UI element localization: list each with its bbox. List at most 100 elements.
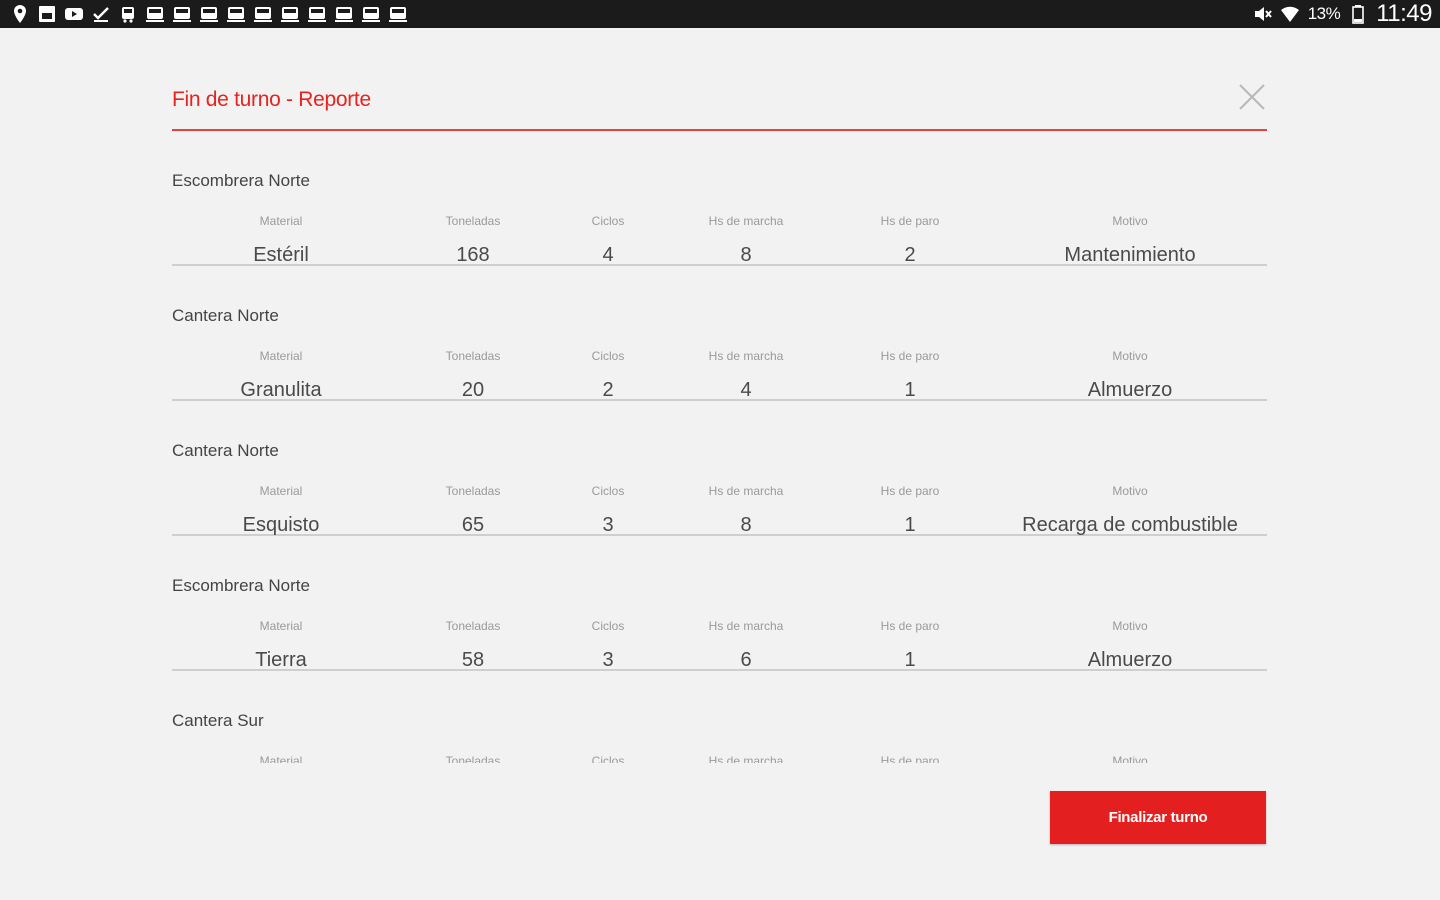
location-name: Cantera Sur (172, 711, 264, 730)
train-icon (280, 4, 300, 24)
material-label: Material (259, 214, 303, 228)
ciclos-label: Ciclos (591, 349, 625, 363)
dialog-header: Fin de turno - Reporte (172, 74, 1267, 131)
motivo-value: Almuerzo (1087, 649, 1173, 671)
material-label: Material (259, 754, 303, 763)
ciclos-value: 2 (602, 379, 614, 401)
hs-paro-value: 1 (904, 379, 916, 401)
ciclos-label: Ciclos (591, 484, 625, 498)
hs-paro-value: 1 (904, 649, 916, 671)
ciclos-value: 3 (602, 649, 614, 671)
train-icon (199, 4, 219, 24)
column-values: Esquisto 65 3 8 1 Recarga de combustible (172, 514, 1267, 536)
ciclos-value: 3 (602, 514, 614, 536)
location-name: Cantera Norte (172, 441, 279, 460)
hs-paro-value: 1 (904, 514, 916, 536)
location-name: Escombrera Norte (172, 576, 310, 595)
close-icon (1239, 84, 1265, 110)
hs-marcha-value: 8 (740, 244, 752, 266)
material-label: Material (259, 484, 303, 498)
toneladas-label: Toneladas (445, 754, 501, 763)
location-name: Escombrera Norte (172, 171, 310, 190)
report-item: Cantera Norte Material Toneladas Ciclos … (172, 266, 1267, 401)
hs-marcha-label: Hs de marcha (708, 754, 784, 763)
status-bar: 13% 11:49 (0, 0, 1440, 28)
material-label: Material (259, 349, 303, 363)
material-value: Granulita (240, 379, 322, 401)
location-name: Cantera Norte (172, 306, 279, 325)
toneladas-value: 168 (456, 244, 490, 266)
youtube-icon (64, 4, 84, 24)
report-item: Cantera Sur Material Toneladas Ciclos Hs… (172, 671, 1267, 763)
battery-icon (1348, 4, 1368, 24)
toneladas-label: Toneladas (445, 484, 501, 498)
material-value: Tierra (255, 649, 307, 671)
toneladas-label: Toneladas (445, 619, 501, 633)
hs-marcha-label: Hs de marcha (708, 214, 784, 228)
train-icon (307, 4, 327, 24)
shift-report-dialog: Fin de turno - Reporte Escombrera Norte … (172, 74, 1267, 763)
column-values: Tierra 58 3 6 1 Almuerzo (172, 649, 1267, 671)
motivo-label: Motivo (1112, 349, 1148, 363)
motivo-value: Almuerzo (1087, 379, 1173, 401)
motivo-value: Recarga de combustible (1022, 514, 1238, 536)
hs-paro-label: Hs de paro (880, 484, 940, 498)
sim-icon (37, 4, 57, 24)
material-value: Esquisto (242, 514, 320, 536)
hs-marcha-label: Hs de marcha (708, 619, 784, 633)
report-list[interactable]: Escombrera Norte Material Toneladas Cicl… (172, 131, 1267, 763)
hs-marcha-label: Hs de marcha (708, 349, 784, 363)
battery-percent: 13% (1307, 4, 1341, 23)
location-icon (10, 4, 30, 24)
toneladas-value: 20 (461, 379, 485, 401)
hs-marcha-value: 4 (740, 379, 752, 401)
checkmark-icon (91, 4, 111, 24)
motivo-label: Motivo (1112, 619, 1148, 633)
ciclos-label: Ciclos (591, 619, 625, 633)
ciclos-value: 4 (602, 244, 614, 266)
column-labels: Material Toneladas Ciclos Hs de marcha H… (172, 619, 1267, 639)
finish-shift-button[interactable]: Finalizar turno (1050, 791, 1266, 844)
column-labels: Material Toneladas Ciclos Hs de marcha H… (172, 484, 1267, 504)
train-icon (253, 4, 273, 24)
system-indicators: 13% 11:49 (1252, 0, 1432, 28)
material-value: Estéril (253, 244, 309, 266)
toneladas-label: Toneladas (445, 349, 501, 363)
train-icon (172, 4, 192, 24)
toneladas-value: 65 (461, 514, 485, 536)
toneladas-value: 58 (461, 649, 485, 671)
column-values: Estéril 168 4 8 2 Mantenimiento (172, 244, 1267, 266)
report-item: Escombrera Norte Material Toneladas Cicl… (172, 131, 1267, 266)
train-icon (361, 4, 381, 24)
motivo-label: Motivo (1112, 754, 1148, 763)
column-labels: Material Toneladas Ciclos Hs de marcha H… (172, 754, 1267, 763)
hs-marcha-value: 6 (740, 649, 752, 671)
close-button[interactable] (1237, 82, 1267, 112)
column-values: Granulita 20 2 4 1 Almuerzo (172, 379, 1267, 401)
train-icon (226, 4, 246, 24)
motivo-label: Motivo (1112, 214, 1148, 228)
motivo-value: Mantenimiento (1064, 244, 1196, 266)
hs-paro-label: Hs de paro (880, 214, 940, 228)
hs-paro-label: Hs de paro (880, 349, 940, 363)
column-labels: Material Toneladas Ciclos Hs de marcha H… (172, 214, 1267, 234)
report-item: Cantera Norte Material Toneladas Ciclos … (172, 401, 1267, 536)
toneladas-label: Toneladas (445, 214, 501, 228)
column-labels: Material Toneladas Ciclos Hs de marcha H… (172, 349, 1267, 369)
hs-paro-value: 2 (904, 244, 916, 266)
hs-marcha-label: Hs de marcha (708, 484, 784, 498)
clock: 11:49 (1376, 0, 1432, 27)
ciclos-label: Ciclos (591, 214, 625, 228)
hs-marcha-value: 8 (740, 514, 752, 536)
train-icon (388, 4, 408, 24)
dialog-title: Fin de turno - Reporte (172, 88, 371, 111)
report-item: Escombrera Norte Material Toneladas Cicl… (172, 536, 1267, 671)
bus-icon (118, 4, 138, 24)
hs-paro-label: Hs de paro (880, 754, 940, 763)
material-label: Material (259, 619, 303, 633)
train-icon (334, 4, 354, 24)
wifi-icon (1280, 4, 1300, 24)
mute-icon (1252, 4, 1272, 24)
notification-icons (10, 4, 408, 24)
ciclos-label: Ciclos (591, 754, 625, 763)
